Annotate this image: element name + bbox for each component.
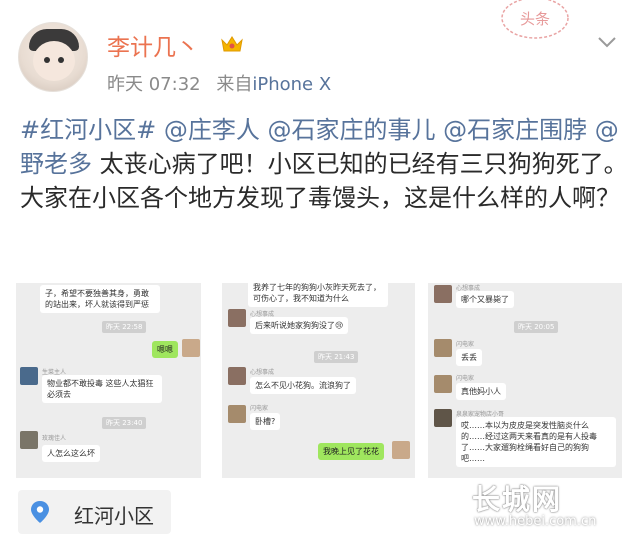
crown-badge-icon (221, 36, 243, 52)
chat-nickname: 心想事成 (250, 369, 275, 376)
mention-link[interactable]: @石家庄围脖 (443, 116, 587, 144)
topic-tag[interactable]: #红河小区# (20, 116, 156, 144)
chat-bubble: 我养了七年的狗狗小灰昨天死去了，可伤心了，我不知道为什么 (248, 283, 388, 307)
chat-timestamp: 昨天 21:43 (314, 351, 359, 363)
chat-nickname: 闪电家 (456, 375, 475, 382)
mention-link[interactable]: @庄李人 (164, 116, 260, 144)
watermark-url: www.hebei.com.cn (474, 514, 597, 529)
stamp-text: 头条 (520, 10, 550, 28)
toutiao-stamp-icon: 头条 (501, 0, 569, 39)
post-time: 昨天 07:32 (107, 74, 201, 95)
image-grid: 子，希望不要独善其身，勇敢的站出来，坏人就该得到严惩 昨天 22:58 嗯嗯 生… (16, 283, 622, 478)
post-meta: 昨天 07:32 来自iPhone X (107, 70, 331, 96)
chat-timestamp: 昨天 22:58 (102, 321, 147, 333)
chat-screenshot-1[interactable]: 子，希望不要独善其身，勇敢的站出来，坏人就该得到严惩 昨天 22:58 嗯嗯 生… (16, 283, 201, 478)
chat-avatar (434, 339, 452, 357)
chat-avatar (228, 405, 246, 423)
chat-avatar (20, 367, 38, 385)
post-text: 太丧心病了吧！小区已知的已经有三只狗狗死了。大家在小区各个地方发现了毒馒头，这是… (20, 150, 628, 212)
chat-screenshot-3[interactable]: 心想事成 哪个又暴毙了 昨天 20:05 闪电家 丢丢 闪电家 真他妈小人 泉泉… (428, 283, 622, 478)
avatar[interactable] (18, 22, 88, 92)
post-body: #红河小区# @庄李人 @石家庄的事儿 @石家庄围脖 @野老多 太丧心病了吧！小… (20, 113, 630, 215)
chat-nickname: 闪电家 (456, 341, 475, 348)
source-device[interactable]: iPhone X (252, 74, 331, 95)
chat-avatar (434, 409, 452, 427)
chat-bubble: 后来听说她家狗狗没了😢 (250, 317, 349, 334)
username[interactable]: 李计几丶 (107, 28, 199, 62)
chat-avatar (228, 309, 246, 327)
avatar-eye (44, 57, 50, 63)
watermark: 长城网 www.hebei.com.cn (472, 478, 632, 536)
chat-avatar (20, 431, 38, 449)
chat-bubble: 怎么不见小花狗。流浪狗了 (250, 377, 356, 394)
watermark-logo: 长城网 (472, 483, 563, 516)
chat-avatar (392, 441, 410, 459)
location-pin-icon (31, 501, 49, 523)
post-header: 李计几丶 昨天 07:32 来自iPhone X 头条 (0, 0, 640, 110)
avatar-eye (58, 57, 64, 63)
chat-avatar (434, 285, 452, 303)
chat-screenshot-2[interactable]: 我养了七年的狗狗小灰昨天死去了，可伤心了，我不知道为什么 心想事成 后来听说她家… (222, 283, 415, 478)
chat-bubble: 真他妈小人 (456, 383, 506, 400)
chat-timestamp: 昨天 23:40 (102, 417, 147, 429)
chat-bubble: 我晚上见了花花 (318, 443, 384, 460)
avatar-face (33, 41, 75, 81)
chat-timestamp: 昨天 20:05 (514, 321, 559, 333)
mention-link[interactable]: @石家庄的事儿 (268, 116, 436, 144)
chat-bubble: 子，希望不要独善其身，勇敢的站出来，坏人就该得到严惩 (40, 285, 160, 313)
chat-avatar (434, 375, 452, 393)
location-label: 红河小区 (74, 504, 154, 528)
chat-bubble: 哎……本以为皮皮是突发性脑炎什么的……经过这两天来看真的是有人投毒了……大家遛狗… (456, 417, 616, 467)
chat-avatar (182, 339, 200, 357)
source-prefix: 来自 (216, 74, 253, 95)
chat-bubble: 物业都不敢投毒 这些人太猖狂必须去 (42, 375, 162, 403)
chat-bubble: 哪个又暴毙了 (456, 291, 514, 308)
chat-bubble: 丢丢 (456, 349, 482, 366)
chevron-down-icon[interactable] (596, 34, 618, 50)
chat-bubble: 人怎么这么坏 (42, 445, 100, 462)
chat-bubble: 卧槽? (250, 413, 281, 430)
location-tag[interactable]: 红河小区 (18, 490, 171, 534)
chat-nickname: 玫瑰佳人 (42, 435, 67, 442)
chat-nickname: 闪电家 (250, 405, 269, 412)
chat-bubble: 嗯嗯 (152, 341, 178, 358)
chat-avatar (228, 367, 246, 385)
